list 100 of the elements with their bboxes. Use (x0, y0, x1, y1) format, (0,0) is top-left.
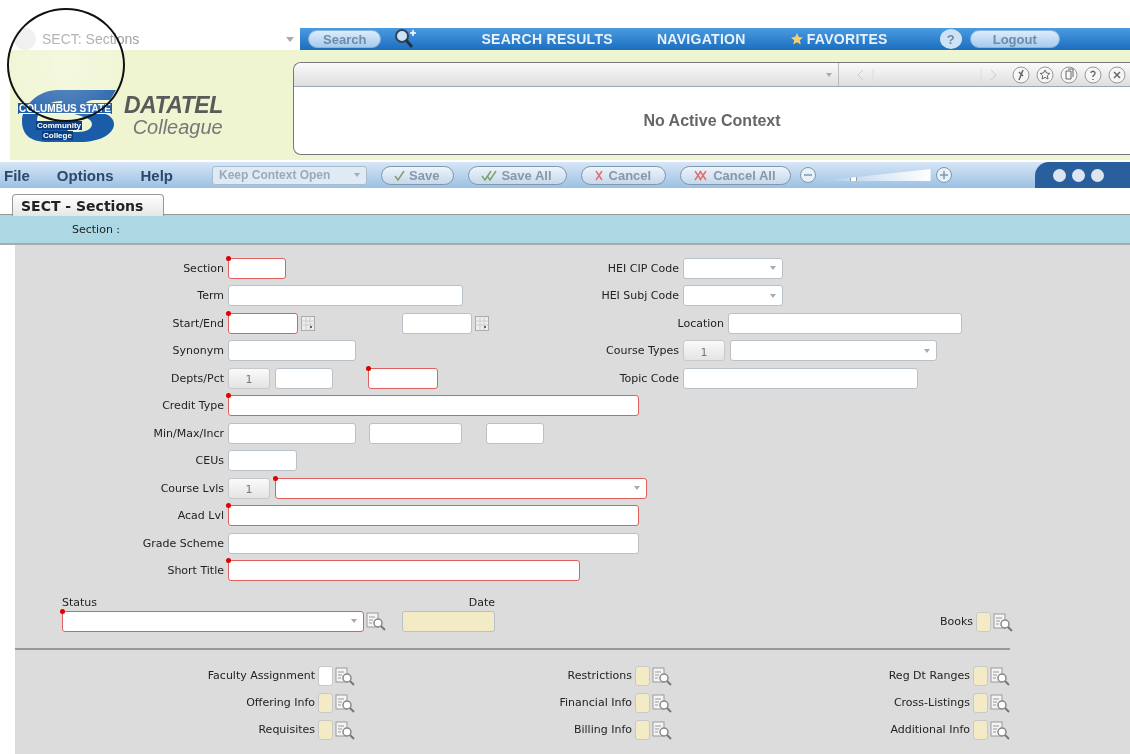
field-label: Acad Lvl (176, 509, 225, 522)
check-icon (481, 168, 498, 182)
select-field[interactable] (683, 257, 783, 279)
field-label: Date (468, 595, 495, 609)
select-field[interactable] (730, 340, 937, 361)
link-label: Financial Info (559, 696, 632, 709)
input-field[interactable] (228, 285, 463, 306)
field-label: Section (182, 261, 225, 275)
nav-link[interactable]: FAVORITES (767, 31, 910, 47)
field-label: HEI Subj Code (600, 289, 680, 302)
counter-field[interactable]: 1 (683, 340, 725, 361)
field-label: Term (196, 289, 225, 302)
lookup-icon[interactable] (366, 611, 386, 631)
college-subtitle: Community (36, 121, 82, 130)
lookup-icon[interactable] (652, 692, 672, 713)
input-field[interactable] (228, 505, 639, 526)
product-name: Colleague (132, 116, 223, 137)
field-label: Min/Max/Incr (152, 426, 225, 440)
link-label: Restrictions (567, 669, 632, 682)
caret-icon (634, 486, 640, 490)
search-button[interactable]: Search (308, 30, 382, 48)
input-field[interactable] (275, 367, 333, 389)
select-field[interactable] (275, 477, 647, 499)
counter-field[interactable]: 1 (228, 367, 270, 389)
input-field[interactable] (369, 422, 462, 444)
input-field[interactable] (228, 395, 639, 416)
nav-link[interactable]: SEARCH RESULTS (459, 31, 635, 47)
copy-icon[interactable] (1060, 65, 1078, 84)
field-label: Credit Type (161, 399, 225, 412)
field-label: CEUs (194, 454, 225, 467)
lookup-icon[interactable] (335, 665, 355, 686)
header-label: Section : (72, 222, 121, 236)
link-label: Additional Info (890, 723, 970, 736)
input-field[interactable] (228, 257, 286, 279)
input-field[interactable] (228, 560, 580, 581)
logout-button[interactable]: Logout (969, 30, 1060, 48)
lookup-icon[interactable] (990, 692, 1010, 713)
calendar-icon[interactable] (475, 315, 489, 331)
link-label: Requisites (258, 723, 315, 736)
link-label: Offering Info (246, 696, 315, 709)
nav-link[interactable]: NAVIGATION (634, 31, 768, 47)
lookup-icon[interactable] (335, 719, 355, 740)
field-label: Books (939, 615, 973, 628)
input-field[interactable] (228, 450, 297, 471)
menu-item[interactable]: Help (126, 166, 187, 184)
field-label: Short Title (166, 564, 225, 577)
lookup-icon[interactable] (652, 719, 672, 740)
cross-icon (693, 168, 710, 182)
input-field[interactable] (228, 340, 356, 361)
link-icon[interactable] (1012, 65, 1030, 84)
toolbar-button[interactable]: Save (381, 165, 455, 185)
lookup-icon[interactable] (990, 665, 1010, 686)
cross-icon (593, 168, 605, 182)
link-label: Billing Info (573, 723, 632, 736)
field-label: Synonym (171, 344, 225, 357)
toolbar-button[interactable]: Cancel All (680, 165, 791, 185)
date-field[interactable] (228, 312, 298, 334)
field-label: Status (62, 595, 98, 609)
select-field[interactable] (62, 610, 364, 632)
input-field[interactable] (728, 312, 962, 334)
input-field[interactable] (368, 367, 438, 389)
link-label: Reg Dt Ranges (888, 669, 970, 682)
help-button[interactable]: ? (939, 29, 962, 49)
toolbar-button[interactable]: Cancel (580, 165, 667, 185)
lookup-icon[interactable] (990, 719, 1010, 740)
link-label: Cross-Listings (893, 696, 970, 709)
caret-icon (924, 348, 930, 353)
date-field[interactable] (402, 312, 472, 334)
lookup-icon[interactable] (993, 611, 1013, 632)
field-label: Topic Code (618, 371, 680, 385)
context-dropdown[interactable]: Keep Context Open (212, 165, 368, 185)
toolbar-button[interactable]: Save All (468, 165, 567, 185)
field-label: Depts/Pct (170, 371, 225, 385)
lookup-icon[interactable] (335, 692, 355, 713)
input-field[interactable] (228, 422, 356, 444)
form-tab[interactable]: SECT - Sections (12, 194, 165, 216)
calendar-icon[interactable] (301, 315, 315, 331)
menu-item[interactable]: File (4, 166, 43, 184)
close-icon[interactable] (1108, 65, 1126, 84)
field-label: HEI CIP Code (606, 261, 680, 275)
field-label: Course Lvls (159, 481, 225, 495)
input-field[interactable] (486, 422, 544, 444)
zoom-in-icon[interactable] (934, 166, 953, 184)
lookup-icon[interactable] (652, 665, 672, 686)
product-logo: DATATEL (124, 93, 223, 117)
zoom-out-icon[interactable] (798, 166, 817, 184)
college-subtitle: College (42, 131, 73, 140)
menu-item[interactable]: Options (42, 166, 127, 184)
caret-icon (770, 266, 776, 270)
link-label: Faculty Assignment (207, 669, 315, 682)
input-field[interactable] (228, 532, 639, 554)
context-message: No Active Context (642, 110, 782, 131)
field-label: Grade Scheme (141, 536, 225, 550)
field-label: Start/End (171, 316, 225, 330)
check-icon (394, 168, 406, 182)
counter-field[interactable]: 1 (228, 477, 270, 499)
field-label: Course Types (605, 344, 680, 357)
field-label: Location (676, 316, 725, 330)
input-field[interactable] (683, 367, 918, 389)
select-field[interactable] (683, 285, 783, 306)
